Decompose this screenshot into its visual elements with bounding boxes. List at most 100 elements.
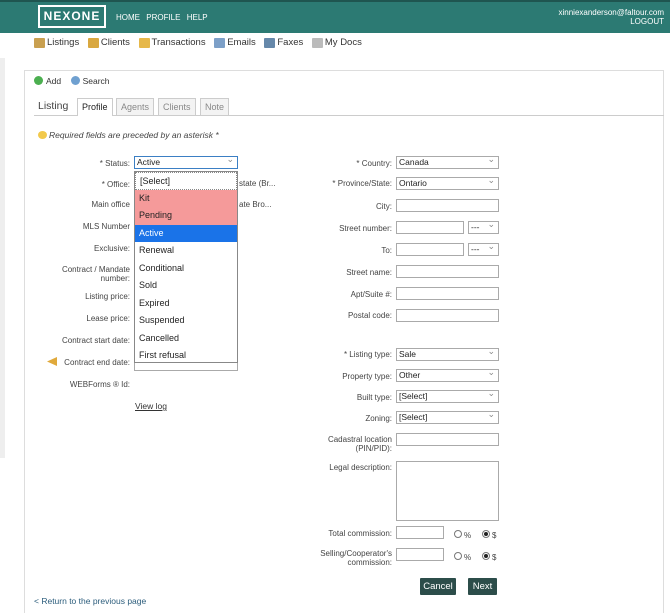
- status-dropdown: [Select] Kit Pending Active Renewal Cond…: [134, 171, 238, 363]
- subnav-mydocs[interactable]: My Docs: [311, 37, 362, 48]
- user-email: xinniexanderson@faltour.com: [558, 8, 664, 17]
- user-info: xinniexanderson@faltour.com LOGOUT: [558, 8, 664, 26]
- status-option-kit[interactable]: Kit: [135, 189, 237, 207]
- to-input[interactable]: [396, 243, 464, 256]
- selling-commission-dollar-radio[interactable]: [482, 552, 490, 560]
- total-commission-percent-radio[interactable]: [454, 530, 462, 538]
- built-type-select[interactable]: [Select]: [396, 390, 499, 403]
- office-value[interactable]: state (Br...: [239, 179, 275, 188]
- nav-help[interactable]: HELP: [187, 13, 208, 22]
- street-number-suffix-select[interactable]: ---: [468, 221, 499, 234]
- sub-nav: Listings Clients Transactions Emails Fax…: [34, 37, 368, 51]
- total-commission-input[interactable]: [396, 526, 444, 539]
- exclusive-label: Exclusive:: [93, 244, 130, 253]
- status-option-renewal[interactable]: Renewal: [135, 242, 237, 260]
- country-label: * Country:: [356, 159, 392, 168]
- end-date-label: Contract end date:: [64, 358, 130, 367]
- lightbulb-icon: [38, 131, 47, 139]
- apt-input[interactable]: [396, 287, 499, 300]
- property-type-label: Property type:: [342, 372, 392, 381]
- total-commission-dollar-radio[interactable]: [482, 530, 490, 538]
- status-option-expired[interactable]: Expired: [135, 295, 237, 313]
- subnav-faxes[interactable]: Faxes: [264, 37, 303, 48]
- status-select[interactable]: Active: [134, 156, 238, 169]
- mls-label: MLS Number: [82, 222, 130, 231]
- legal-description-label: Legal description:: [329, 463, 392, 472]
- status-option-active[interactable]: Active: [135, 224, 237, 242]
- selling-commission-input[interactable]: [396, 548, 444, 561]
- property-type-select[interactable]: Other: [396, 369, 499, 382]
- selling-commission-percent-radio[interactable]: [454, 552, 462, 560]
- listing-type-label: * Listing type:: [343, 350, 392, 359]
- top-nav: HOME PROFILE HELP: [116, 13, 212, 22]
- logo[interactable]: NEXONE: [38, 5, 106, 28]
- percent-label-2: %: [464, 553, 472, 562]
- postal-code-label: Postal code:: [347, 311, 392, 320]
- dollar-label-2: $: [492, 553, 497, 562]
- percent-label: %: [464, 531, 472, 540]
- province-label: * Province/State:: [332, 179, 392, 188]
- status-option-suspended[interactable]: Suspended: [135, 312, 237, 330]
- nav-profile[interactable]: PROFILE: [146, 13, 180, 22]
- province-select[interactable]: Ontario: [396, 177, 499, 190]
- left-shadow: [0, 58, 5, 458]
- status-option-select[interactable]: [Select]: [135, 172, 237, 190]
- street-number-input[interactable]: [396, 221, 464, 234]
- main-office-value[interactable]: ate Bro...: [239, 200, 271, 209]
- listing-type-select[interactable]: Sale: [396, 348, 499, 361]
- zoning-select[interactable]: [Select]: [396, 411, 499, 424]
- zoning-label: Zoning:: [365, 414, 392, 423]
- tab-clients[interactable]: Clients: [158, 98, 196, 115]
- subnav-transactions[interactable]: Transactions: [138, 37, 206, 48]
- status-option-pending[interactable]: Pending: [135, 207, 237, 225]
- tab-bar: Listing Profile Agents Clients Note: [34, 98, 664, 116]
- built-type-label: Built type:: [356, 393, 392, 402]
- next-button[interactable]: Next: [468, 578, 497, 595]
- start-date-label: Contract start date:: [61, 336, 130, 345]
- main-office-label: Main office: [91, 200, 130, 209]
- view-log-link[interactable]: View log: [135, 401, 167, 411]
- printer-icon: [264, 37, 276, 48]
- plus-icon: [34, 76, 43, 85]
- search-button[interactable]: Search: [70, 76, 110, 86]
- street-name-label: Street name:: [346, 268, 392, 277]
- cadastral-input[interactable]: [396, 433, 499, 446]
- postal-code-input[interactable]: [396, 309, 499, 322]
- tab-agents[interactable]: Agents: [116, 98, 155, 115]
- cadastral-label: Cadastral location (PIN/PID):: [327, 435, 392, 453]
- nav-home[interactable]: HOME: [116, 13, 140, 22]
- folder-icon: [138, 37, 150, 48]
- subnav-listings[interactable]: Listings: [34, 37, 79, 48]
- status-option-first-refusal[interactable]: First refusal: [135, 347, 237, 365]
- status-label: * Status:: [99, 159, 130, 168]
- status-option-cancelled[interactable]: Cancelled: [135, 330, 237, 348]
- city-input[interactable]: [396, 199, 499, 212]
- logout-link[interactable]: LOGOUT: [558, 17, 664, 26]
- add-button[interactable]: Add: [34, 76, 61, 86]
- return-link[interactable]: < Return to the previous page: [34, 596, 146, 606]
- tab-profile[interactable]: Profile: [77, 98, 113, 116]
- tab-listing[interactable]: Listing: [34, 98, 72, 115]
- cancel-button[interactable]: Cancel: [420, 578, 456, 595]
- lease-price-label: Lease price:: [86, 314, 130, 323]
- mandate-label: Contract / Mandate number:: [61, 265, 130, 283]
- country-select[interactable]: Canada: [396, 156, 499, 169]
- top-edge: [0, 0, 670, 2]
- street-name-input[interactable]: [396, 265, 499, 278]
- house-icon: [34, 37, 45, 48]
- status-option-conditional[interactable]: Conditional: [135, 260, 237, 278]
- total-commission-label: Total commission:: [328, 529, 392, 538]
- apt-label: Apt/Suite #:: [350, 290, 392, 299]
- envelope-icon: [214, 37, 226, 48]
- action-bar: Add Search: [34, 76, 110, 86]
- listing-price-label: Listing price:: [85, 292, 130, 301]
- tab-note[interactable]: Note: [200, 98, 230, 115]
- to-suffix-select[interactable]: ---: [468, 243, 499, 256]
- office-label: * Office:: [101, 180, 130, 189]
- subnav-clients[interactable]: Clients: [87, 37, 130, 48]
- subnav-emails[interactable]: Emails: [214, 37, 256, 48]
- legal-description-textarea[interactable]: [396, 461, 499, 521]
- status-option-sold[interactable]: Sold: [135, 277, 237, 295]
- street-number-label: Street number:: [339, 224, 392, 233]
- to-label: To:: [381, 246, 392, 255]
